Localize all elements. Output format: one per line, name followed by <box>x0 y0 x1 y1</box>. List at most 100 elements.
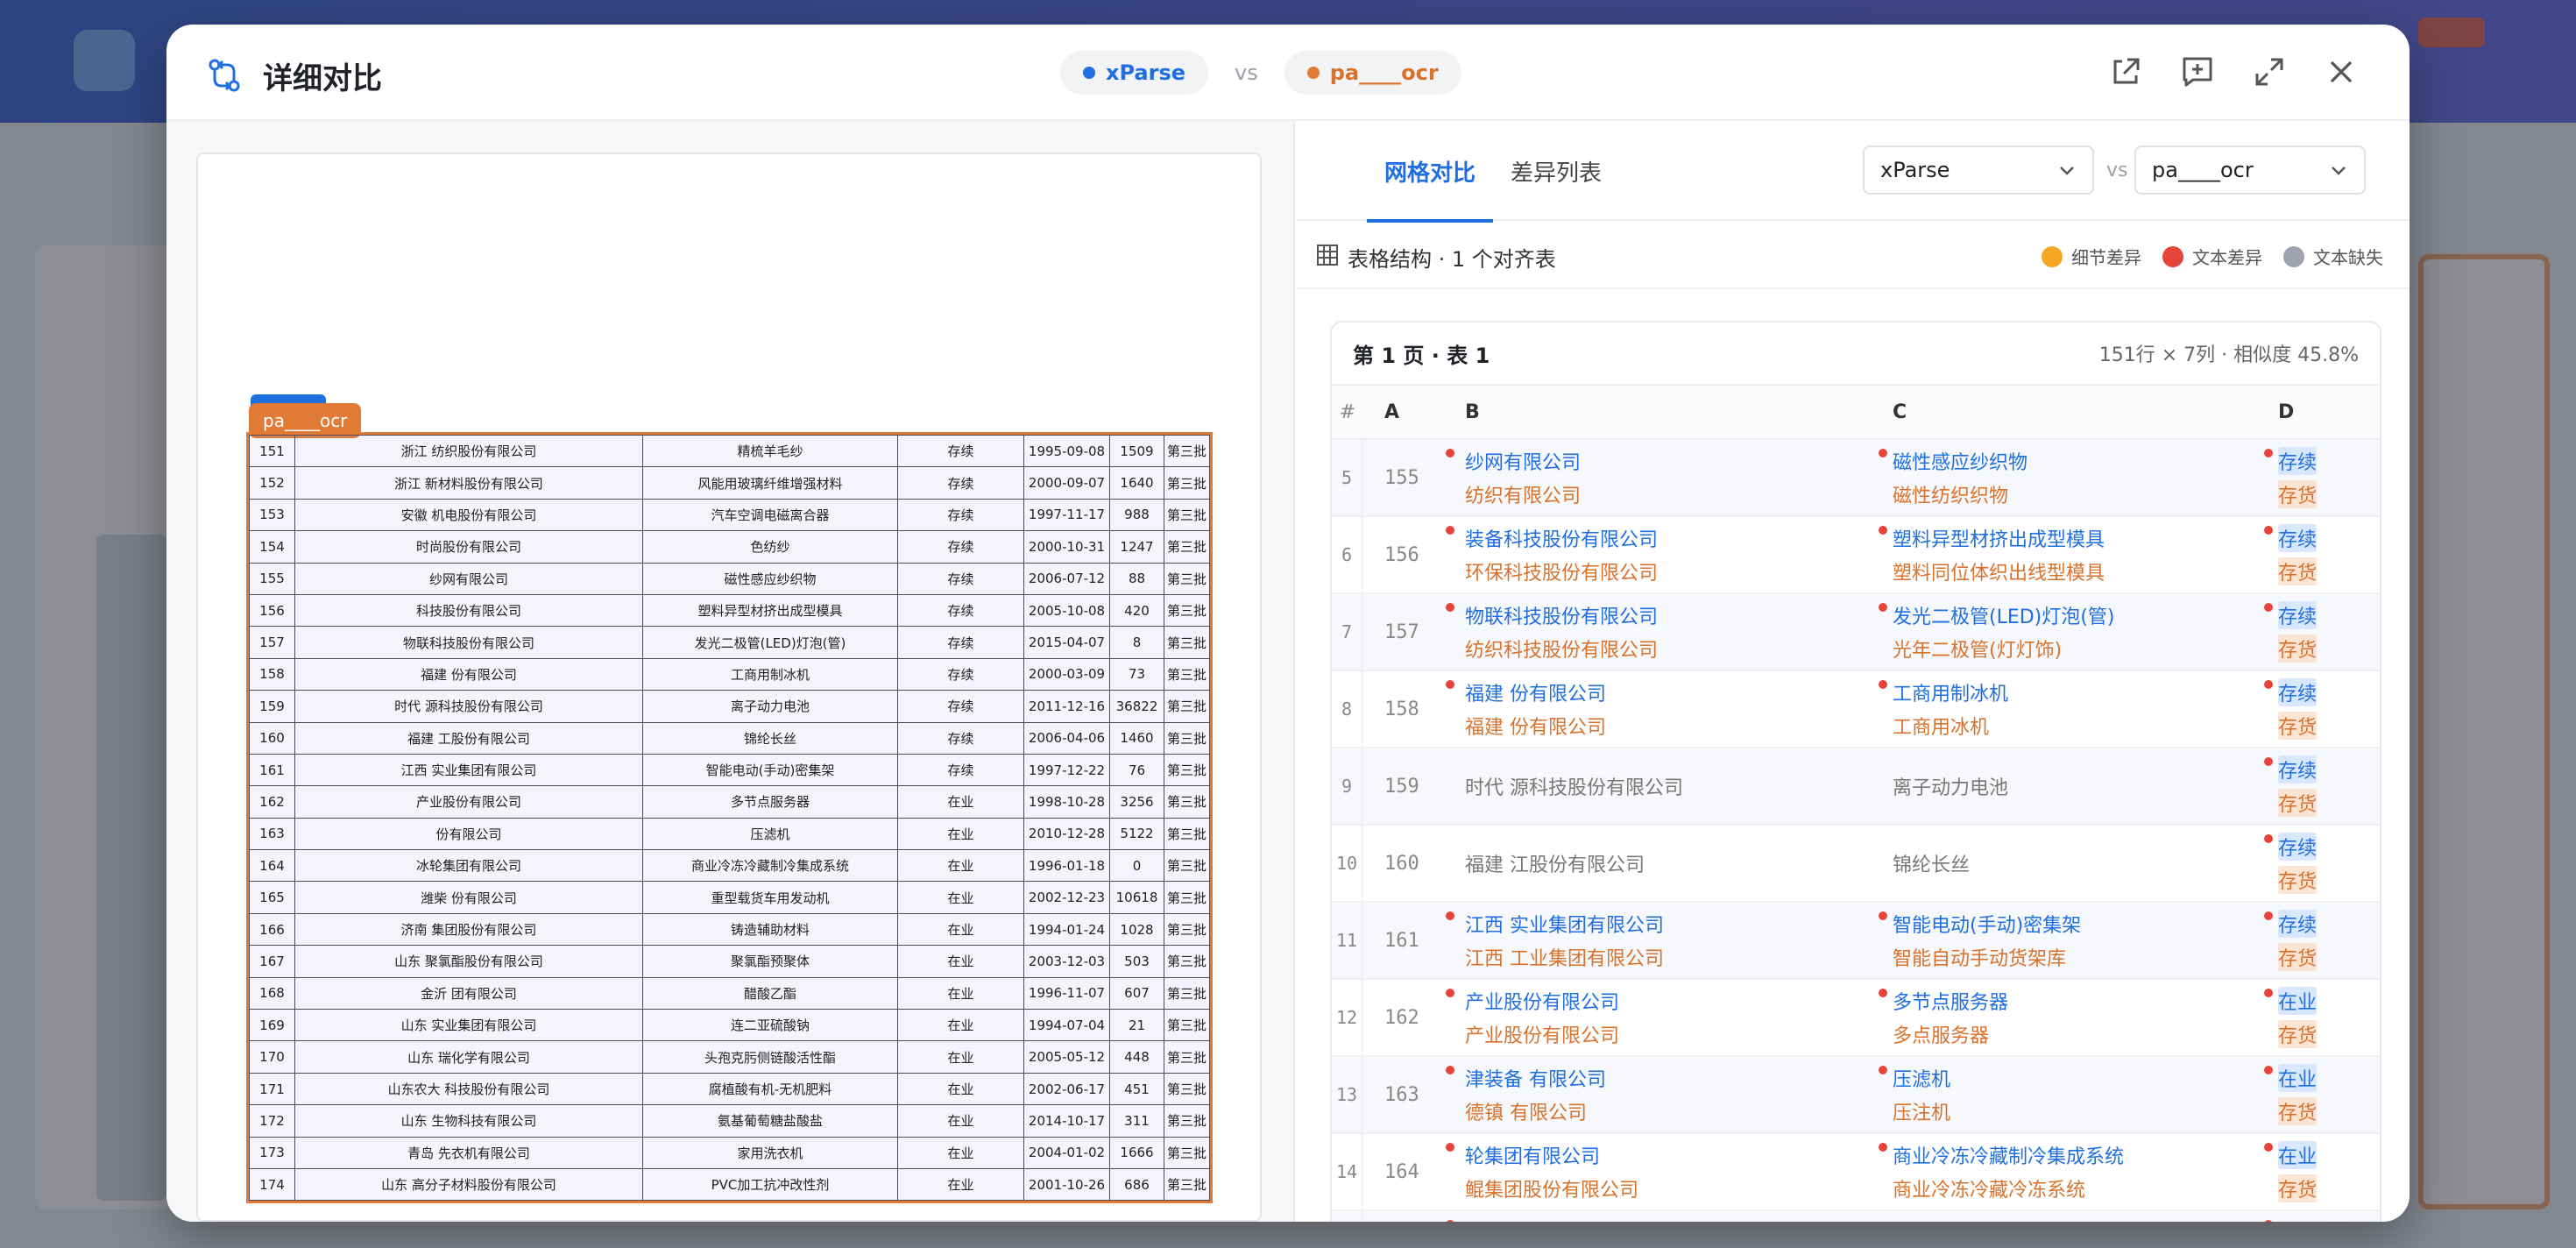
cell-a: 157 <box>1384 620 1419 643</box>
cell-a: 164 <box>1384 1160 1419 1183</box>
cell-b[interactable]: 纱网有限公司 纺织有限公司 <box>1439 440 1875 515</box>
cell-b[interactable]: 津装备 有限公司 德镇 有限公司 <box>1439 1057 1875 1132</box>
doc-table-cell: 磁性感应纱织物 <box>642 562 898 595</box>
cell-c[interactable]: 磁性感应纱织物 磁性纺织织物 <box>1875 440 2261 515</box>
row-index: 6 <box>1332 517 1363 592</box>
doc-table-cell: 存续 <box>897 721 1024 755</box>
doc-table-cell: 10618 <box>1109 881 1164 914</box>
doc-table-cell: 1996-11-07 <box>1023 976 1110 1010</box>
document-table: 151 浙江 纺织股份有限公司 精梳羊毛纱 存续 1995-09-08 1509 第三批 15… <box>246 431 1213 1204</box>
cell-b-text: 时代 源科技股份有限公司 <box>1465 777 1683 799</box>
doc-table-row: 162 产业股份有限公司 多节点服务器 在业 1998-10-28 3256 第三批 <box>249 785 1210 819</box>
cell-d[interactable]: 在业 存货 <box>2261 1134 2374 1209</box>
modal-header: 详细对比 xParse vs pa____ocr <box>166 25 2410 121</box>
doc-table-cell: 第三批 <box>1164 498 1210 532</box>
diff-marker <box>2264 526 2273 535</box>
engine-b-select[interactable]: pa____ocr <box>2134 145 2366 195</box>
row-index: 12 <box>1332 980 1363 1055</box>
doc-table-row: 163 份有限公司 压滤机 在业 2010-12-28 5122 第三批 <box>249 817 1210 851</box>
doc-table-cell: 存续 <box>897 562 1024 595</box>
grid-row[interactable]: 11 161 江西 实业集团有限公司 江西 工业集团有限公司 智能电动(手动)密集架 智能… <box>1332 903 2380 980</box>
cell-d[interactable]: 存续 存货 <box>2261 440 2374 515</box>
diff-marker <box>1446 1143 1454 1152</box>
doc-table-cell: 在业 <box>897 817 1024 851</box>
cell-b[interactable]: 装备科技股份有限公司 环保科技股份有限公司 <box>1439 517 1875 592</box>
cell-c[interactable]: 多节点服务器 多点服务器 <box>1875 980 2261 1055</box>
grid-row[interactable]: 8 158 福建 份有限公司 福建 份有限公司 工商用制冰机 工商用冰机 存续 存货 <box>1332 671 2380 748</box>
cell-b[interactable]: 潍柴动 份有限公司 <box>1439 1211 1875 1222</box>
add-comment-button[interactable] <box>2178 53 2217 91</box>
doc-table-cell: 157 <box>249 626 295 659</box>
cell-d[interactable]: 存续 存货 <box>2261 903 2374 978</box>
cell-b-ocr-text: 环保科技股份有限公司 <box>1465 563 1659 585</box>
cell-b[interactable]: 江西 实业集团有限公司 江西 工业集团有限公司 <box>1439 903 1875 978</box>
external-link-button[interactable] <box>2106 53 2145 91</box>
cell-c[interactable]: 智能电动(手动)密集架 智能自动手动货架库 <box>1875 903 2261 978</box>
diff-marker <box>1446 680 1454 689</box>
engine-a-select-value: xParse <box>1880 158 1950 182</box>
cell-b-text: 福建 江股份有限公司 <box>1465 854 1645 876</box>
cell-c[interactable]: 离子动力电池 <box>1875 748 2261 824</box>
cell-a: 160 <box>1384 852 1419 875</box>
grid-row[interactable]: 12 162 产业股份有限公司 产业股份有限公司 多节点服务器 多点服务器 在业 存货 <box>1332 980 2380 1057</box>
cell-c[interactable]: 发光二极管(LED)灯泡(管) 光年二极管(灯灯饰) <box>1875 594 2261 670</box>
compare-modal: 详细对比 xParse vs pa____ocr pa____ocr 151 浙… <box>166 25 2410 1222</box>
cell-d[interactable]: 在业 <box>2261 1211 2374 1222</box>
col-header-b: B <box>1465 401 1480 423</box>
grid-row[interactable]: 7 157 物联科技股份有限公司 纺织科技股份有限公司 发光二极管(LED)灯泡(管) 光… <box>1332 594 2380 671</box>
doc-table-row: 161 江西 实业集团有限公司 智能电动(手动)密集架 存续 1997-12-22 76 第… <box>249 753 1210 787</box>
doc-table-cell: 在业 <box>897 976 1024 1010</box>
cell-c-text: 锦纶长丝 <box>1893 854 1971 876</box>
cell-b[interactable]: 福建 江股份有限公司 <box>1439 826 1875 901</box>
cell-c[interactable]: 压滤机 压注机 <box>1875 1057 2261 1132</box>
grid-row[interactable]: 6 156 装备科技股份有限公司 环保科技股份有限公司 塑料异型材挤出成型模具 塑料同位体… <box>1332 517 2380 594</box>
cell-b[interactable]: 时代 源科技股份有限公司 <box>1439 748 1875 824</box>
cell-b[interactable]: 物联科技股份有限公司 纺织科技股份有限公司 <box>1439 594 1875 670</box>
cell-d-xparse-text: 在业 <box>2278 1064 2318 1092</box>
grid-row[interactable]: 10 160 福建 江股份有限公司 锦纶长丝 存续 存货 <box>1332 826 2380 903</box>
grid-row[interactable]: 15165潍柴动 份有限公司重型载货车用发动机在业 <box>1332 1211 2380 1222</box>
cell-d[interactable]: 存续 存货 <box>2261 517 2374 592</box>
cell-c[interactable]: 工商用制冰机 工商用冰机 <box>1875 671 2261 747</box>
row-index: 15 <box>1332 1211 1363 1222</box>
grid-row[interactable]: 5 155 纱网有限公司 纺织有限公司 磁性感应纱织物 磁性纺织织物 存续 存货 <box>1332 440 2380 517</box>
doc-table-cell: 商业冷冻冷藏制冷集成系统 <box>642 849 898 883</box>
engine-a-select[interactable]: xParse <box>1863 145 2094 195</box>
cell-d[interactable]: 存续 存货 <box>2261 748 2374 824</box>
doc-table-cell: 2004-01-02 <box>1023 1136 1110 1169</box>
cell-d[interactable]: 在业 存货 <box>2261 980 2374 1055</box>
cell-d[interactable]: 在业 存货 <box>2261 1057 2374 1132</box>
cell-b[interactable]: 福建 份有限公司 福建 份有限公司 <box>1439 671 1875 747</box>
cell-c[interactable]: 重型载货车用发动机 <box>1875 1211 2261 1222</box>
cell-d[interactable]: 存续 存货 <box>2261 671 2374 747</box>
doc-table-cell: 第三批 <box>1164 562 1210 595</box>
cell-c[interactable]: 塑料异型材挤出成型模具 塑料同位体织出线型模具 <box>1875 517 2261 592</box>
cell-a: 156 <box>1384 543 1419 566</box>
cell-d-ocr-text: 存货 <box>2278 866 2318 894</box>
close-button[interactable] <box>2322 53 2360 91</box>
doc-table-cell: 第三批 <box>1164 657 1210 691</box>
doc-table-cell: 智能电动(手动)密集架 <box>642 753 898 787</box>
tab-diff-list[interactable]: 差异列表 <box>1511 121 1602 221</box>
cell-d[interactable]: 存续 存货 <box>2261 826 2374 901</box>
doc-table-row: 167 山东 聚氯酯股份有限公司 聚氯酯预聚体 在业 2003-12-03 503 第三批 <box>249 945 1210 978</box>
engine-a-pill: xParse <box>1060 51 1209 95</box>
cell-d[interactable]: 存续 存货 <box>2261 594 2374 670</box>
cell-b[interactable]: 产业股份有限公司 产业股份有限公司 <box>1439 980 1875 1055</box>
table-compare-card[interactable]: 第 1 页 · 表 1 151行 × 7列 · 相似度 45.8% # A B … <box>1330 321 2381 1222</box>
grid-body: 5 155 纱网有限公司 纺织有限公司 磁性感应纱织物 磁性纺织织物 存续 存货 6 156 装备科… <box>1332 440 2380 1222</box>
doc-table-row: 172 山东 生物科技有限公司 氨基葡萄糖盐酸盐 在业 2014-10-17 311 第三批 <box>249 1104 1210 1138</box>
doc-table-cell: 1247 <box>1109 530 1164 564</box>
expand-button[interactable] <box>2250 53 2289 91</box>
cell-c[interactable]: 商业冷冻冷藏制冷集成系统 商业冷冻冷藏冷冻系统 <box>1875 1134 2261 1209</box>
cell-c[interactable]: 锦纶长丝 <box>1875 826 2261 901</box>
cell-c-xparse-text: 塑料异型材挤出成型模具 <box>1893 529 2105 551</box>
tab-grid-compare[interactable]: 网格对比 <box>1366 121 1494 223</box>
grid-row[interactable]: 13 163 津装备 有限公司 德镇 有限公司 压滤机 压注机 在业 存货 <box>1332 1057 2380 1134</box>
document-preview-pane[interactable]: pa____ocr 151 浙江 纺织股份有限公司 精梳羊毛纱 存续 1995-09-0… <box>166 121 1295 1222</box>
doc-table-cell: 山东 生物科技有限公司 <box>294 1104 643 1138</box>
doc-table-cell: 山东农大 科技股份有限公司 <box>294 1072 643 1106</box>
grid-row[interactable]: 14 164 轮集团有限公司 鲲集团股份有限公司 商业冷冻冷藏制冷集成系统 商业冷冻冷藏冷… <box>1332 1134 2380 1211</box>
cell-b[interactable]: 轮集团有限公司 鲲集团股份有限公司 <box>1439 1134 1875 1209</box>
grid-row[interactable]: 9 159 时代 源科技股份有限公司 离子动力电池 存续 存货 <box>1332 748 2380 826</box>
